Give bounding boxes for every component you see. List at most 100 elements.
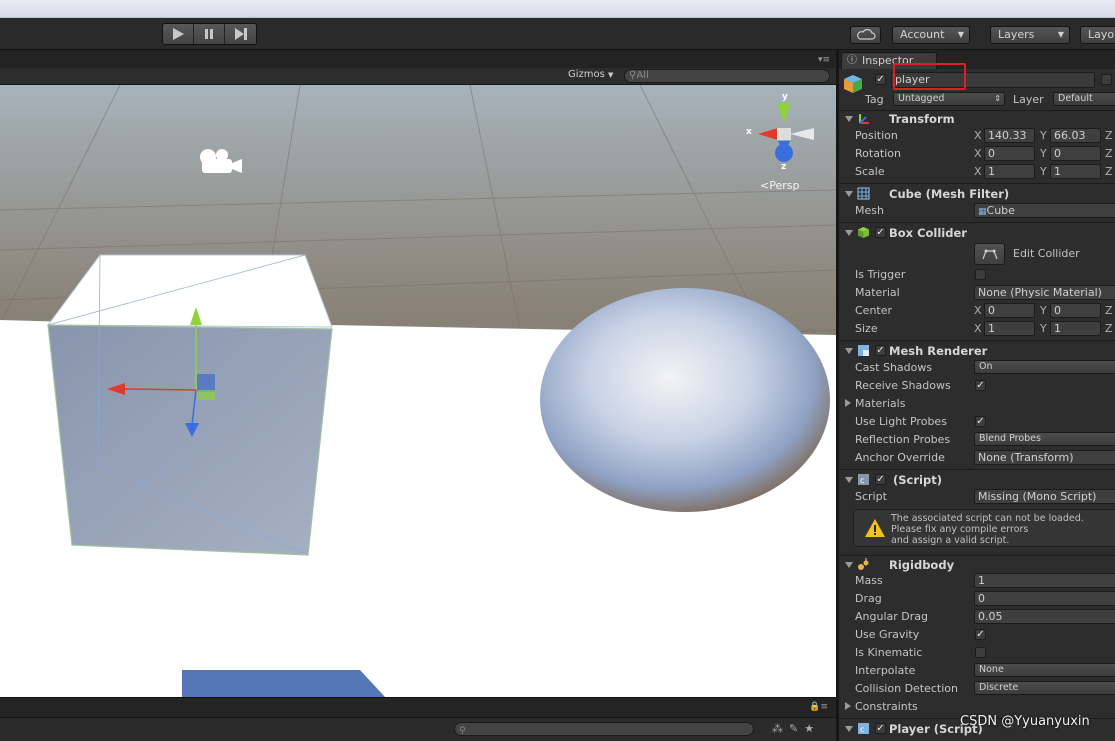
scale-y-field[interactable]: 1: [1050, 164, 1101, 179]
script-enabled-checkbox[interactable]: ✓: [875, 474, 886, 485]
script-field[interactable]: Missing (Mono Script): [974, 489, 1115, 504]
edit-collider-icon: [982, 249, 998, 260]
dropdown-arrow-icon: ▼: [1057, 30, 1064, 39]
reflection-probes-value: Blend Probes: [979, 433, 1041, 444]
pause-button[interactable]: [194, 24, 225, 44]
is-kinematic-checkbox[interactable]: [975, 647, 986, 658]
center-y-value: 0: [1054, 304, 1061, 317]
mass-value: 1: [978, 574, 985, 587]
cast-shadows-dropdown[interactable]: On: [974, 360, 1115, 374]
foldout-arrow-icon[interactable]: [845, 230, 853, 236]
interpolate-dropdown[interactable]: None: [974, 663, 1115, 677]
angular-drag-value: 0.05: [978, 610, 1003, 623]
size-x-field[interactable]: 1: [984, 321, 1035, 336]
angular-drag-field[interactable]: 0.05: [974, 609, 1115, 624]
panel-menu-icon[interactable]: ▾≡: [818, 55, 830, 65]
dropdown-arrow-icon: ▼: [608, 71, 614, 79]
project-search-input[interactable]: ⚲: [454, 722, 754, 736]
box-collider-title: Box Collider: [889, 226, 967, 240]
material-field[interactable]: None (Physic Material): [974, 285, 1115, 300]
axis-x-label: X: [974, 304, 982, 317]
position-x-field[interactable]: 140.33: [984, 128, 1035, 143]
layers-dropdown[interactable]: Layers ▼: [990, 26, 1070, 44]
light-probes-label: Use Light Probes: [855, 415, 947, 428]
mesh-field[interactable]: ▦Cube: [974, 203, 1115, 218]
static-checkbox[interactable]: [1101, 74, 1112, 85]
scene-canvas[interactable]: [0, 85, 836, 697]
size-y-value: 1: [1054, 322, 1061, 335]
cloud-button[interactable]: [850, 26, 881, 44]
inspector-panel: ⓘ Inspector ✓ player Tag Untagged ⇕ Layer…: [839, 50, 1115, 741]
size-y-field[interactable]: 1: [1050, 321, 1101, 336]
script-icon: c: [858, 723, 869, 734]
reflection-probes-label: Reflection Probes: [855, 433, 951, 446]
rotation-x-field[interactable]: 0: [984, 146, 1035, 161]
foldout-arrow-icon[interactable]: [845, 477, 853, 483]
step-button[interactable]: [225, 24, 256, 44]
foldout-arrow-icon[interactable]: [845, 726, 853, 732]
missing-script-warning: The associated script can not be loaded.…: [853, 509, 1115, 547]
foldout-arrow-icon[interactable]: [845, 399, 851, 407]
rotation-label: Rotation: [855, 147, 902, 160]
persp-label: Persp: [769, 179, 800, 192]
foldout-arrow-icon[interactable]: [845, 348, 853, 354]
position-y-field[interactable]: 66.03: [1050, 128, 1101, 143]
persp-toggle[interactable]: <Persp: [760, 179, 799, 192]
mesh-renderer-enabled-checkbox[interactable]: ✓: [875, 345, 886, 356]
layout-dropdown[interactable]: Layo: [1080, 26, 1115, 44]
project-toolbar: ⚲ ⁂✎★: [0, 717, 836, 741]
filter-icons[interactable]: ⁂✎★: [772, 722, 820, 735]
box-collider-enabled-checkbox[interactable]: ✓: [875, 227, 886, 238]
center-y-field[interactable]: 0: [1050, 303, 1101, 318]
edit-collider-button[interactable]: [974, 243, 1005, 265]
edit-collider-label: Edit Collider: [1013, 247, 1080, 260]
center-x-field[interactable]: 0: [984, 303, 1035, 318]
playback-controls: [162, 23, 257, 45]
sphere[interactable]: [540, 288, 830, 512]
scene-tabstrip: ▾≡: [0, 50, 836, 68]
collision-detection-label: Collision Detection: [855, 682, 959, 695]
light-probes-checkbox[interactable]: ✓: [975, 416, 986, 427]
active-checkbox[interactable]: ✓: [875, 74, 886, 85]
use-gravity-checkbox[interactable]: ✓: [975, 629, 986, 640]
collision-detection-dropdown[interactable]: Discrete: [974, 681, 1115, 695]
scene-search-input[interactable]: ⚲All: [624, 69, 830, 83]
axis-y-label: Y: [1040, 129, 1047, 142]
rigidbody-icon: [858, 558, 869, 570]
gizmos-dropdown[interactable]: Gizmos ▼: [568, 69, 613, 80]
player-script-enabled-checkbox[interactable]: ✓: [875, 723, 886, 734]
scale-x-field[interactable]: 1: [984, 164, 1035, 179]
mesh-renderer-icon: [858, 345, 869, 356]
gizmo-y-label: y: [782, 92, 788, 102]
lock-icon[interactable]: 🔒≡: [809, 702, 828, 712]
anchor-override-field[interactable]: None (Transform): [974, 450, 1115, 465]
foldout-arrow-icon[interactable]: [845, 191, 853, 197]
reflection-probes-dropdown[interactable]: Blend Probes: [974, 432, 1115, 446]
axis-y-label: Y: [1040, 147, 1047, 160]
foldout-arrow-icon[interactable]: [845, 562, 853, 568]
drag-field[interactable]: 0: [974, 591, 1115, 606]
play-icon: [173, 28, 184, 40]
foldout-arrow-icon[interactable]: [845, 116, 853, 122]
layer-dropdown[interactable]: Default: [1053, 92, 1115, 106]
account-dropdown[interactable]: Account ▼: [892, 26, 970, 44]
tag-value: Untagged: [898, 93, 945, 104]
warning-line-1: The associated script can not be loaded.: [891, 513, 1084, 524]
mass-field[interactable]: 1: [974, 573, 1115, 588]
is-trigger-checkbox[interactable]: [975, 269, 986, 280]
materials-label: Materials: [855, 397, 906, 410]
transform-icon: [859, 114, 869, 124]
cube-front[interactable]: [47, 324, 333, 556]
foldout-arrow-icon[interactable]: [845, 702, 851, 710]
watermark: CSDN @Yyuanyuxin: [960, 714, 1090, 729]
orientation-gizmo[interactable]: y x z: [744, 92, 820, 183]
receive-shadows-label: Receive Shadows: [855, 379, 951, 392]
axis-z-label: Z: [1105, 165, 1113, 178]
receive-shadows-checkbox[interactable]: ✓: [975, 380, 986, 391]
play-button[interactable]: [163, 24, 194, 44]
rotation-y-field[interactable]: 0: [1050, 146, 1101, 161]
tag-dropdown[interactable]: Untagged ⇕: [893, 92, 1005, 106]
script-value: Missing (Mono Script): [978, 490, 1097, 503]
axis-z-label: Z: [1105, 322, 1113, 335]
scene-view[interactable]: y x z <Persp: [0, 85, 836, 697]
